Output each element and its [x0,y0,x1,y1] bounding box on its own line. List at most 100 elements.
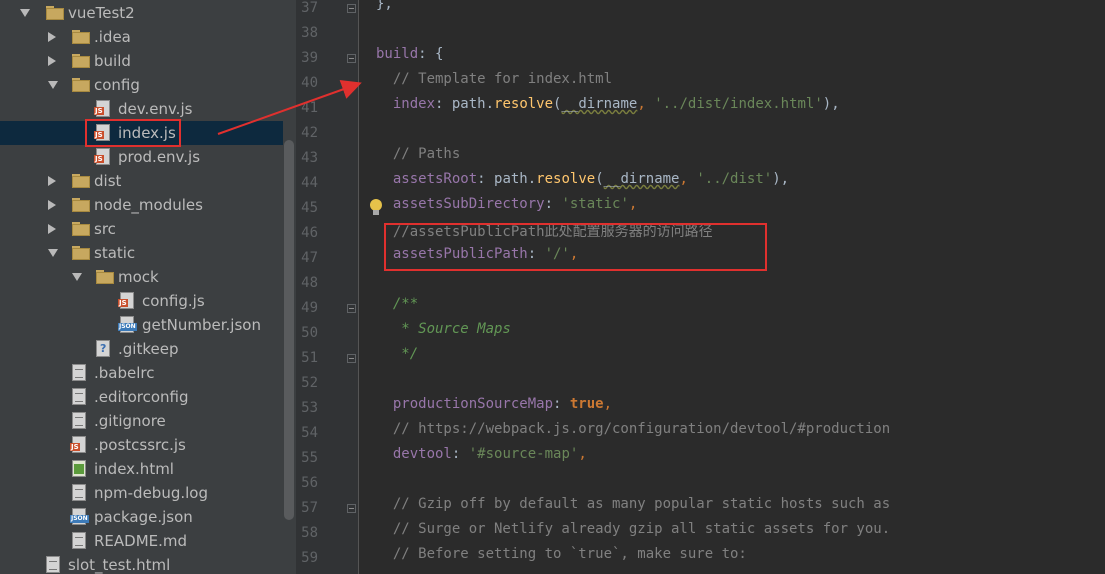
code-line[interactable]: // https://webpack.js.org/configuration/… [376,421,890,446]
tree-item-vuetest2[interactable]: vueTest2 [0,1,283,25]
code-line[interactable]: // Surge or Netlify already gzip all sta… [376,521,890,546]
line-number: 57 [301,500,318,516]
code-line[interactable]: index: path.resolve(__dirname, '../dist/… [376,96,840,121]
line-number-gutter: 37 38 39 40 41 42 43 44 45 46 47 48 49 50 51 52 53 54 55 56… [296,0,358,574]
folder-icon [72,54,90,68]
tree-item-config-js[interactable]: JS config.js [0,289,283,313]
code-line[interactable]: // Before setting to `true`, make sure t… [376,546,747,571]
line-number: 56 [301,475,318,491]
tree-item-label: config [94,76,140,94]
line-number: 52 [301,375,318,391]
code-token: assetsRoot [392,171,478,187]
json-file-icon: JSON [118,316,137,333]
code-token: : { [418,46,444,62]
code-token: __dirname [561,96,638,112]
lightbulb-icon[interactable] [368,199,384,217]
fold-marker-icon[interactable] [347,304,356,313]
code-token: resolve [494,96,554,112]
expand-down-arrow-icon[interactable] [72,273,82,281]
tree-item-npm-debug-log[interactable]: npm-debug.log [0,481,283,505]
expand-right-arrow-icon[interactable] [48,176,56,186]
code-token: resolve [536,171,596,187]
expand-down-arrow-icon[interactable] [48,249,58,257]
tree-item-getnumber-json[interactable]: JSON getNumber.json [0,313,283,337]
tree-item-label: .gitignore [94,412,166,430]
tree-item-label: .gitkeep [118,340,179,358]
tree-item-node-modules[interactable]: node_modules [0,193,283,217]
tree-item-static[interactable]: static [0,241,283,265]
code-token: : [544,196,562,212]
line-number: 39 [301,50,318,66]
folder-icon [72,78,90,92]
code-line[interactable]: // Gzip off by default as many popular s… [376,496,890,521]
tree-item-package-json[interactable]: JSON package.json [0,505,283,529]
tree-item-gitignore[interactable]: .gitignore [0,409,283,433]
tree-item-idea[interactable]: .idea [0,25,283,49]
tree-item-postcssrc-js[interactable]: JS .postcssrc.js [0,433,283,457]
tree-item-gitkeep[interactable]: .gitkeep [0,337,283,361]
fold-marker-icon[interactable] [347,4,356,13]
code-editor[interactable]: }, build: { // Template for index.html in… [359,0,1105,574]
code-token: // Template for index.html [376,71,613,87]
code-line[interactable]: * Source Maps [376,321,511,346]
code-token: devtool [392,446,452,462]
code-line[interactable]: */ [376,346,418,371]
code-line[interactable]: assetsRoot: path.resolve(__dirname, '../… [376,171,789,196]
line-number: 51 [301,350,318,366]
line-number: 58 [301,525,318,541]
expand-right-arrow-icon[interactable] [48,200,56,210]
tree-item-prod-env-js[interactable]: JS prod.env.js [0,145,283,169]
folder-icon [72,30,90,44]
line-number: 43 [301,150,318,166]
tree-item-slot-test-html[interactable]: slot_test.html [0,553,283,574]
code-token: '#source-map' [468,446,579,462]
expand-right-arrow-icon[interactable] [48,32,56,42]
code-line[interactable]: }, [376,0,393,21]
tree-item-src[interactable]: src [0,217,283,241]
code-line[interactable]: // Template for index.html [376,71,612,96]
code-token: : path. [477,171,537,187]
tree-item-label: vueTest2 [68,4,135,22]
code-token: /** [376,296,419,312]
expand-right-arrow-icon[interactable] [48,224,56,234]
code-line[interactable]: build: { [376,46,443,71]
tree-item-editorconfig[interactable]: .editorconfig [0,385,283,409]
code-token: : [553,396,570,412]
code-token: * Source Maps [376,321,511,337]
tree-item-dist[interactable]: dist [0,169,283,193]
fold-marker-icon[interactable] [347,504,356,513]
tree-item-mock[interactable]: mock [0,265,283,289]
code-token: , [603,396,613,412]
tree-item-label: npm-debug.log [94,484,208,502]
code-token: '../dist' [696,171,773,187]
js-file-icon: JS [94,100,110,117]
code-line[interactable]: // Paths [376,146,460,171]
folder-icon [72,246,90,260]
tree-item-label: node_modules [94,196,203,214]
line-number: 38 [301,25,318,41]
code-line[interactable]: assetsSubDirectory: 'static', [376,196,637,221]
tree-item-readme-md[interactable]: README.md [0,529,283,553]
tree-item-build[interactable]: build [0,49,283,73]
code-line[interactable]: /** [376,296,418,321]
tree-item-index-html[interactable]: index.html [0,457,283,481]
code-line[interactable]: devtool: '#source-map', [376,446,587,471]
code-token: // Surge or Netlify already gzip all sta… [376,521,891,537]
line-number: 40 [301,75,318,91]
fold-marker-icon[interactable] [347,354,356,363]
folder-icon [72,198,90,212]
line-number: 54 [301,425,318,441]
line-number: 59 [301,550,318,566]
tree-item-label: getNumber.json [142,316,261,334]
code-line[interactable]: productionSourceMap: true, [376,396,612,421]
tree-item-config[interactable]: config [0,73,283,97]
tree-item-babelrc[interactable]: .babelrc [0,361,283,385]
fold-marker-icon[interactable] [347,54,356,63]
tree-item-dev-env-js[interactable]: JS dev.env.js [0,97,283,121]
expand-down-arrow-icon[interactable] [20,9,30,17]
tree-scrollbar-thumb[interactable] [284,140,294,520]
expand-down-arrow-icon[interactable] [48,81,58,89]
expand-right-arrow-icon[interactable] [48,56,56,66]
